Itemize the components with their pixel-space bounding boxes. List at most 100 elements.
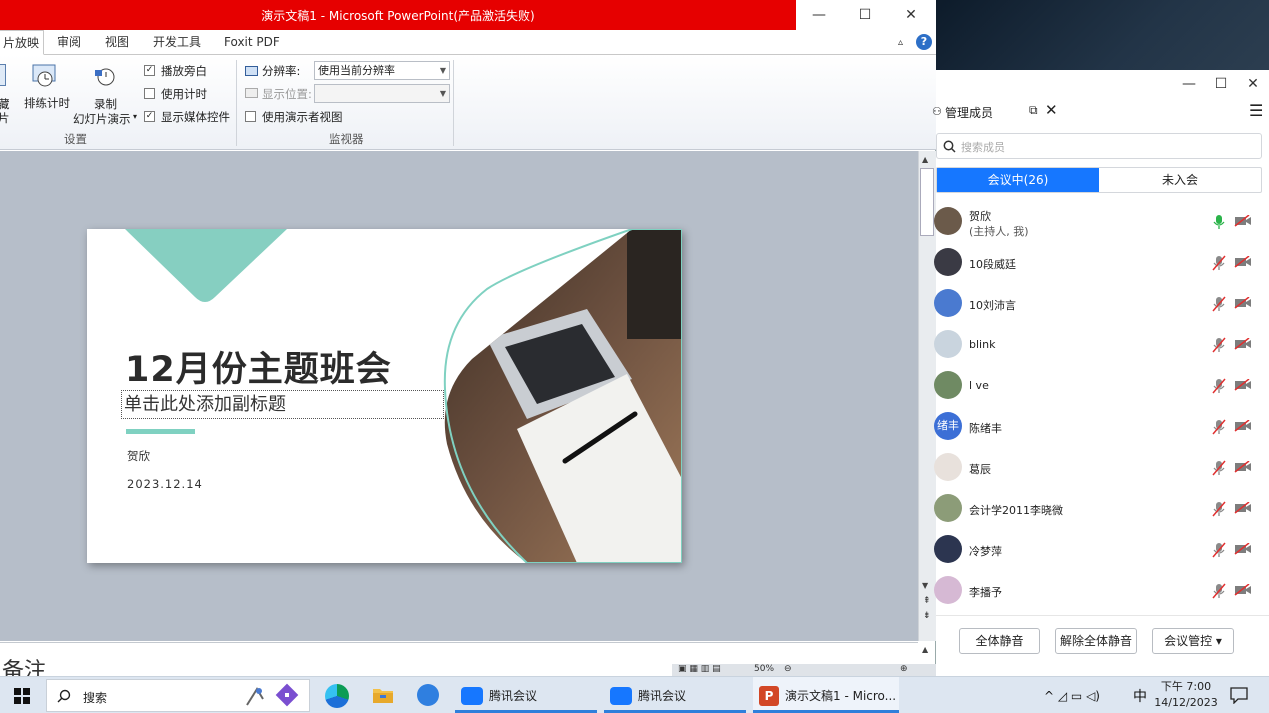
camera-off-icon[interactable] xyxy=(1234,543,1252,555)
member-row[interactable]: 葛辰 xyxy=(934,447,1269,488)
meeting-control-button[interactable]: 会议管控 ▾ xyxy=(1152,628,1234,654)
mute-all-button[interactable]: 全体静音 xyxy=(959,628,1040,654)
notification-icon[interactable] xyxy=(1230,687,1248,704)
taskbar-app-powerpoint[interactable]: P 演示文稿1 - Micro... xyxy=(753,677,899,713)
mic-on-icon[interactable] xyxy=(1212,214,1226,230)
ime-indicator[interactable]: 中 xyxy=(1133,677,1147,713)
camera-off-icon[interactable] xyxy=(1234,256,1252,268)
close-panel-icon[interactable]: ✕ xyxy=(1045,101,1058,119)
mic-off-icon[interactable] xyxy=(1212,378,1226,394)
taskbar-clock[interactable]: 下午 7:00 14/12/2023 xyxy=(1154,679,1218,711)
pop-out-icon[interactable]: ⧉ xyxy=(1029,103,1038,118)
sogou-icon[interactable] xyxy=(417,684,439,706)
camera-off-icon[interactable] xyxy=(1234,338,1252,350)
close-button[interactable]: ✕ xyxy=(888,0,934,30)
mic-off-icon[interactable] xyxy=(1212,337,1226,353)
member-row[interactable]: blink xyxy=(934,324,1269,365)
unmute-all-button[interactable]: 解除全体静音 xyxy=(1055,628,1137,654)
member-row[interactable]: 会计学2011李晓微 xyxy=(934,488,1269,529)
rehearse-timings-icon[interactable] xyxy=(31,61,59,89)
member-name: l ve xyxy=(969,379,989,392)
record-dropdown-icon[interactable]: ▾ xyxy=(133,112,137,121)
menu-icon[interactable]: ☰ xyxy=(1249,101,1263,120)
camera-off-icon[interactable] xyxy=(1234,215,1252,227)
resolution-select[interactable]: 使用当前分辨率 ▼ xyxy=(314,61,450,80)
tab-not-joined[interactable]: 未入会 xyxy=(1099,168,1261,192)
tab-review[interactable]: 审阅 xyxy=(57,30,81,55)
camera-off-icon[interactable] xyxy=(1234,502,1252,514)
mic-off-icon[interactable] xyxy=(1212,583,1226,599)
zoom-out-icon[interactable]: ⊖ xyxy=(784,664,792,674)
zoom-in-icon[interactable]: ⊕ xyxy=(900,664,908,674)
record-label-2[interactable]: 幻灯片演示 xyxy=(73,111,131,127)
slide-canvas[interactable]: 12月份主题班会 单击此处添加副标题 贺欣 2023.12.14 xyxy=(87,229,682,563)
presenter-view-checkbox[interactable] xyxy=(245,111,256,122)
member-row[interactable]: 10段威廷 xyxy=(934,242,1269,283)
camera-off-icon[interactable] xyxy=(1234,461,1252,473)
member-row[interactable]: 冷梦萍 xyxy=(934,529,1269,570)
rehearse-timings-button[interactable]: 排练计时 xyxy=(24,95,70,111)
setup-group-label: 设置 xyxy=(64,132,87,146)
next-slide-icon[interactable]: ⇟ xyxy=(923,612,931,621)
help-icon[interactable]: ? xyxy=(916,34,932,50)
collapse-ribbon-icon[interactable]: ▵ xyxy=(898,30,903,55)
camera-off-icon[interactable] xyxy=(1234,584,1252,596)
camera-off-icon[interactable] xyxy=(1234,379,1252,391)
taskbar-app-tencent-meeting-2[interactable]: 腾讯会议 xyxy=(604,677,746,713)
mic-off-icon[interactable] xyxy=(1212,419,1226,435)
mic-off-icon[interactable] xyxy=(1212,501,1226,517)
scrollbar-thumb[interactable] xyxy=(920,168,934,236)
mic-off-icon[interactable] xyxy=(1212,296,1226,312)
taskbar-search-box[interactable]: 搜索 xyxy=(46,679,310,712)
record-slideshow-icon[interactable] xyxy=(94,64,118,88)
meeting-members-window: — ☐ ✕ ⚇ 管理成员 ⧉ ✕ ☰ 搜索成员 会议中(26) 未入会 贺欣 (… xyxy=(932,70,1269,676)
close-button[interactable]: ✕ xyxy=(1237,70,1269,98)
slide-date[interactable]: 2023.12.14 xyxy=(127,477,203,491)
tab-in-meeting[interactable]: 会议中(26) xyxy=(937,168,1099,192)
member-row[interactable]: 绪丰 陈绪丰 xyxy=(934,406,1269,447)
zoom-level[interactable]: 50% xyxy=(754,664,774,674)
tencent-meeting-icon xyxy=(610,686,632,705)
minimize-button[interactable]: — xyxy=(796,0,842,30)
show-on-select[interactable]: ▼ xyxy=(314,84,450,103)
windows-start-icon[interactable] xyxy=(14,688,30,704)
hide-slide-icon[interactable] xyxy=(0,64,6,86)
slide-title[interactable]: 12月份主题班会 xyxy=(125,341,392,392)
edge-icon[interactable] xyxy=(325,684,349,708)
minimize-button[interactable]: — xyxy=(1173,70,1205,98)
slide-author[interactable]: 贺欣 xyxy=(127,448,150,464)
tab-view[interactable]: 视图 xyxy=(105,30,129,55)
scroll-up-icon[interactable]: ▲ xyxy=(922,155,928,164)
tab-slideshow[interactable]: 片放映 xyxy=(0,30,45,55)
scroll-up-icon[interactable]: ▲ xyxy=(922,645,928,654)
search-icon xyxy=(943,140,956,153)
prev-slide-icon[interactable]: ⇞ xyxy=(923,597,931,606)
taskbar-app-tencent-meeting-1[interactable]: 腾讯会议 xyxy=(455,677,597,713)
maximize-button[interactable]: ☐ xyxy=(842,0,888,30)
file-explorer-icon[interactable] xyxy=(372,686,394,704)
maximize-button[interactable]: ☐ xyxy=(1205,70,1237,98)
mic-off-icon[interactable] xyxy=(1212,255,1226,271)
member-row[interactable]: 李播予 xyxy=(934,570,1269,611)
member-row[interactable]: 10刘沛言 xyxy=(934,283,1269,324)
member-row[interactable]: l ve xyxy=(934,365,1269,406)
camera-off-icon[interactable] xyxy=(1234,420,1252,432)
tab-developer[interactable]: 开发工具 xyxy=(153,30,201,55)
slide-subtitle-placeholder[interactable]: 单击此处添加副标题 xyxy=(121,390,444,419)
member-search-input[interactable]: 搜索成员 xyxy=(936,133,1262,159)
member-row[interactable]: 贺欣 (主持人, 我) xyxy=(934,201,1269,242)
tab-foxit-pdf[interactable]: Foxit PDF xyxy=(224,30,280,55)
mic-off-icon[interactable] xyxy=(1212,460,1226,476)
view-buttons-icon[interactable]: ▣ ▦ ▥ ▤ xyxy=(678,664,721,674)
ppt-title-bar[interactable]: 演示文稿1 - Microsoft PowerPoint(产品激活失败) xyxy=(0,0,796,30)
system-tray-icons[interactable]: ^ ◿ ▭ ◁) xyxy=(1044,677,1100,713)
play-narration-checkbox[interactable]: ✓ xyxy=(144,65,155,76)
record-label-1[interactable]: 录制 xyxy=(94,96,117,112)
show-media-controls-checkbox[interactable]: ✓ xyxy=(144,111,155,122)
camera-off-icon[interactable] xyxy=(1234,297,1252,309)
powerpoint-window: 演示文稿1 - Microsoft PowerPoint(产品激活失败) — ☐… xyxy=(0,0,936,676)
mic-off-icon[interactable] xyxy=(1212,542,1226,558)
use-timings-checkbox[interactable] xyxy=(144,88,155,99)
scroll-down-icon[interactable]: ▼ xyxy=(922,581,928,590)
avatar xyxy=(934,330,962,358)
